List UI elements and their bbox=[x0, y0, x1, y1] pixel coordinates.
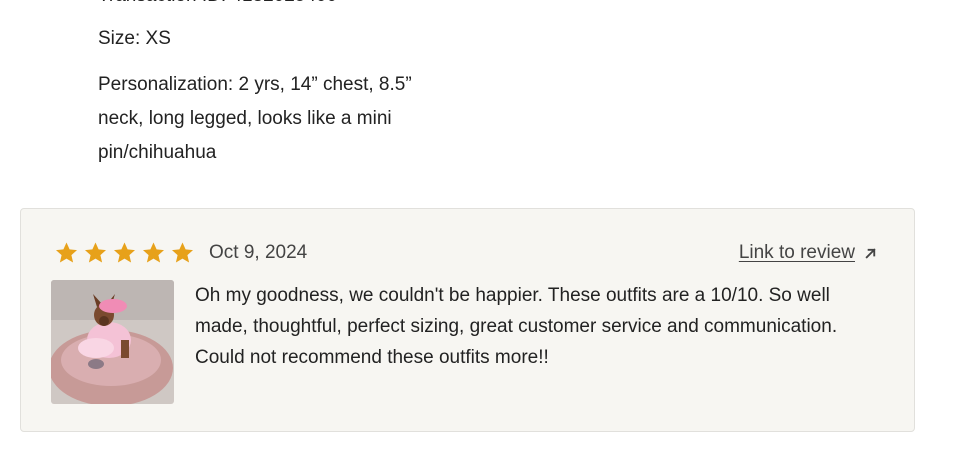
star-icon bbox=[54, 241, 79, 265]
star-icon bbox=[83, 241, 108, 265]
review-text: Oh my goodness, we couldn't be happier. … bbox=[195, 285, 838, 368]
review-card: Oct 9, 2024 Link to review Oh my goodnes… bbox=[20, 208, 915, 432]
transaction-id: Transaction ID: 4182025400 bbox=[98, 0, 337, 8]
star-rating bbox=[54, 241, 195, 265]
order-personalization: Personalization: 2 yrs, 14” chest, 8.5” … bbox=[98, 74, 412, 163]
review-photo[interactable] bbox=[51, 280, 174, 404]
link-to-review[interactable]: Link to review bbox=[739, 241, 878, 265]
review-date: Oct 9, 2024 bbox=[209, 242, 308, 263]
star-icon bbox=[170, 241, 195, 265]
arrow-up-right-icon bbox=[863, 246, 878, 261]
order-size: Size: XS bbox=[98, 28, 171, 49]
star-icon bbox=[112, 241, 137, 265]
star-icon bbox=[141, 241, 166, 265]
link-to-review-label: Link to review bbox=[738, 242, 855, 263]
